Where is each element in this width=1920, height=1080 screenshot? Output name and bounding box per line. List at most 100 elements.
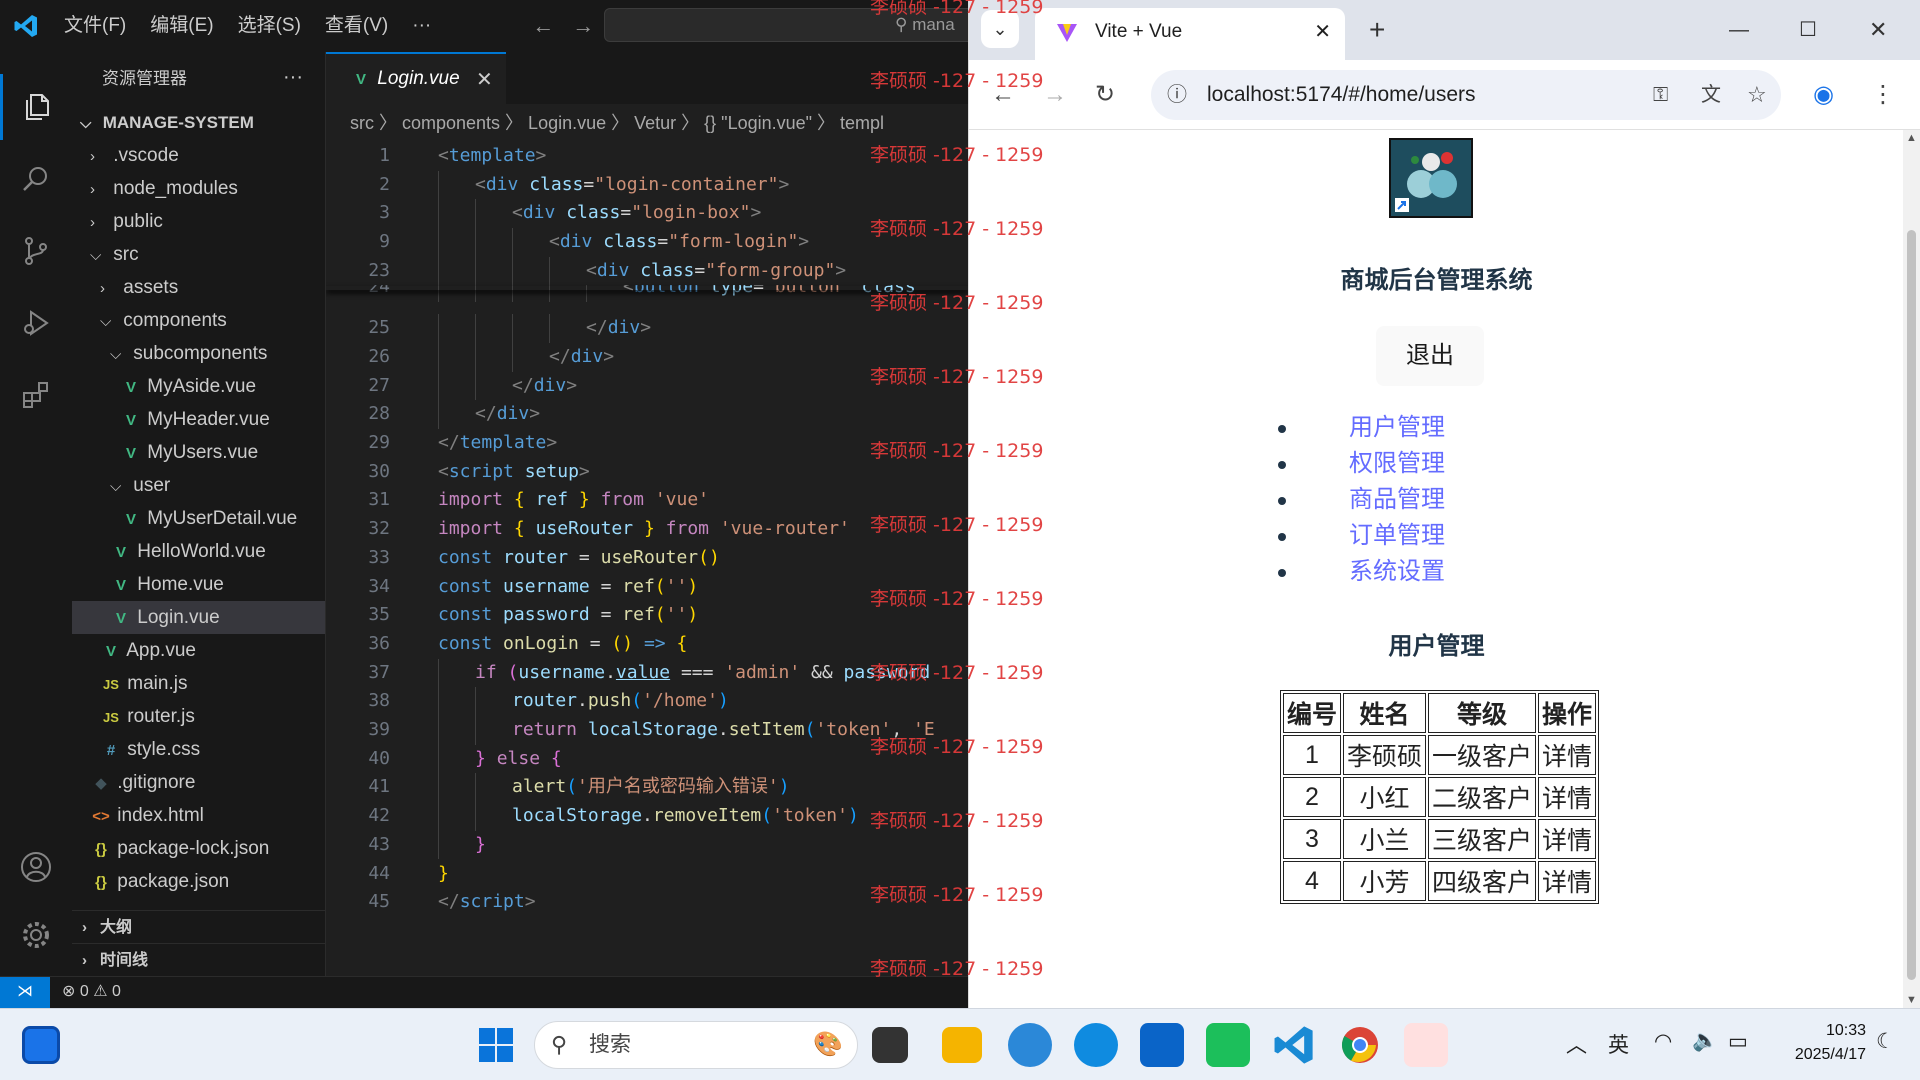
tree-item[interactable]: V App.vue <box>72 634 325 667</box>
scroll-up-icon[interactable]: ▲ <box>1906 132 1917 144</box>
tree-item[interactable]: V MyAside.vue <box>72 370 325 403</box>
new-tab-plus-icon[interactable]: + <box>1369 0 1385 60</box>
project-root[interactable]: ⌵ MANAGE-SYSTEM <box>72 106 325 139</box>
nav-menu-link[interactable]: 商品管理 <box>1349 486 1445 513</box>
tree-item[interactable]: # style.css <box>72 733 325 766</box>
nav-menu-item: 订单管理 <box>1249 518 1649 554</box>
tree-item[interactable]: JS router.js <box>72 700 325 733</box>
tray-overflow-chevron-icon[interactable]: ︿ <box>1566 1029 1587 1059</box>
bookmark-star-icon[interactable]: ☆ <box>1747 70 1767 120</box>
tree-item[interactable]: <> index.html <box>72 799 325 832</box>
tree-item[interactable]: JS main.js <box>72 667 325 700</box>
more-menu-icon[interactable]: ⋮ <box>1871 60 1895 130</box>
extensions-icon[interactable] <box>0 362 72 428</box>
tree-item[interactable]: {} package-lock.json <box>72 832 325 865</box>
tree-item[interactable]: V Login.vue <box>72 601 325 634</box>
back-arrow-icon[interactable]: ← <box>523 13 563 39</box>
tree-item[interactable]: › assets <box>72 271 325 304</box>
start-windows-icon[interactable] <box>474 1023 518 1067</box>
page-scrollbar[interactable]: ▲ ▼ <box>1903 130 1920 1008</box>
profile-icon[interactable]: ◉ <box>1813 60 1834 130</box>
code-text: <template> <box>438 145 547 166</box>
forward-arrow-icon[interactable]: → <box>563 13 603 39</box>
translate-icon[interactable]: 文 <box>1701 70 1721 120</box>
close-icon[interactable]: ✕ <box>476 54 493 106</box>
tree-item[interactable]: › public <box>72 205 325 238</box>
minimize-icon[interactable]: — <box>1729 0 1749 60</box>
tree-item[interactable]: ◆ .gitignore <box>72 766 325 799</box>
address-bar[interactable]: ⓘ localhost:5174/#/home/users ⚿ 文 ☆ <box>1151 70 1781 120</box>
nav-menu-link[interactable]: 系统设置 <box>1349 558 1445 585</box>
tree-item[interactable]: V MyUserDetail.vue <box>72 502 325 535</box>
tab-close-icon[interactable]: ✕ <box>1314 8 1331 56</box>
outline-section[interactable]: › 大纲 <box>72 910 325 943</box>
vscode-taskbar-icon[interactable] <box>1272 1023 1316 1067</box>
code-text: localStorage.removeItem('token') <box>512 805 859 827</box>
search-icon[interactable] <box>0 146 72 212</box>
tree-item[interactable]: ⌵ src <box>72 238 325 271</box>
menu-file[interactable]: 文件(F) <box>52 0 138 52</box>
nav-menu-link[interactable]: 用户管理 <box>1349 414 1445 441</box>
tree-item[interactable]: ⌵ user <box>72 469 325 502</box>
menu-edit[interactable]: 编辑(E) <box>138 0 225 52</box>
notification-moon-icon[interactable]: ☾ <box>1876 1029 1895 1054</box>
nav-menu-link[interactable]: 权限管理 <box>1349 450 1445 477</box>
nav-menu-link[interactable]: 订单管理 <box>1349 522 1445 549</box>
timeline-section[interactable]: › 时间线 <box>72 943 325 976</box>
tree-item[interactable]: V MyUsers.vue <box>72 436 325 469</box>
explorer-icon[interactable] <box>0 74 72 140</box>
detail-link[interactable]: 详情 <box>1538 735 1597 775</box>
source-control-icon[interactable] <box>0 218 72 284</box>
scroll-down-icon[interactable]: ▼ <box>1906 994 1917 1006</box>
file-explorer-icon[interactable] <box>942 1027 982 1063</box>
snipping-tool-icon[interactable] <box>1404 1023 1448 1067</box>
logout-button[interactable]: 退出 <box>1376 326 1484 386</box>
site-info-icon[interactable]: ⓘ <box>1167 70 1187 120</box>
tree-item[interactable]: ⌵ components <box>72 304 325 337</box>
wifi-icon[interactable]: ◠ <box>1654 1029 1672 1054</box>
maximize-icon[interactable]: ☐ <box>1799 0 1817 60</box>
detail-link[interactable]: 详情 <box>1538 819 1597 859</box>
code-text: const router = useRouter() <box>438 546 720 568</box>
tree-item[interactable]: V Home.vue <box>72 568 325 601</box>
indent-guide <box>438 371 439 401</box>
detail-link[interactable]: 详情 <box>1538 777 1597 817</box>
tree-item[interactable]: › node_modules <box>72 172 325 205</box>
browser-tab[interactable]: Vite + Vue ✕ <box>1035 8 1345 60</box>
accounts-icon[interactable] <box>0 834 72 900</box>
menu-more[interactable]: ··· <box>400 0 443 52</box>
copilot-app-icon[interactable] <box>1008 1023 1052 1067</box>
widgets-icon[interactable] <box>22 1026 60 1064</box>
system-clock[interactable]: 10:33 2025/4/17 <box>1770 1019 1866 1067</box>
reload-icon[interactable]: ↻ <box>1095 60 1115 130</box>
tab-login-vue[interactable]: V Login.vue ✕ <box>326 52 506 104</box>
tree-item[interactable]: V MyHeader.vue <box>72 403 325 436</box>
tree-item[interactable]: V HelloWorld.vue <box>72 535 325 568</box>
outlook-icon[interactable] <box>1140 1023 1184 1067</box>
breadcrumb[interactable]: src 〉 components 〉 Login.vue 〉 Vetur 〉 {… <box>326 104 968 142</box>
edge-browser-icon[interactable] <box>1074 1023 1118 1067</box>
window-close-icon[interactable]: ✕ <box>1869 0 1887 60</box>
key-icon[interactable]: ⚿ <box>1653 70 1668 120</box>
code-area[interactable]: 1 <template> 2 <div class="login-container"… <box>326 142 968 976</box>
tree-item[interactable]: {} package.json <box>72 865 325 898</box>
forward-arrow-icon[interactable]: → <box>1043 60 1067 130</box>
taskbar-search[interactable]: ⚲ 搜索 🎨 <box>534 1021 858 1069</box>
scroll-thumb[interactable] <box>1907 230 1916 980</box>
chrome-taskbar-icon[interactable] <box>1338 1023 1382 1067</box>
detail-link[interactable]: 详情 <box>1538 861 1597 901</box>
terminal-app-icon[interactable] <box>872 1027 908 1063</box>
ime-indicator[interactable]: 英 <box>1608 1029 1629 1059</box>
tree-item[interactable]: ⌵ subcomponents <box>72 337 325 370</box>
volume-icon[interactable]: 🔈 <box>1692 1029 1718 1053</box>
menu-view[interactable]: 查看(V) <box>313 0 400 52</box>
battery-icon[interactable]: ▭ <box>1728 1029 1748 1054</box>
remote-indicator-icon[interactable]: ⋊ <box>0 977 50 1008</box>
problems-indicator[interactable]: ⊗ 0 ⚠ 0 <box>62 977 121 1007</box>
explorer-more-button[interactable]: ··· <box>283 52 303 102</box>
run-debug-icon[interactable] <box>0 290 72 356</box>
menu-selection[interactable]: 选择(S) <box>226 0 313 52</box>
tree-item[interactable]: › .vscode <box>72 139 325 172</box>
gear-icon[interactable] <box>0 902 72 968</box>
wechat-icon[interactable] <box>1206 1023 1250 1067</box>
